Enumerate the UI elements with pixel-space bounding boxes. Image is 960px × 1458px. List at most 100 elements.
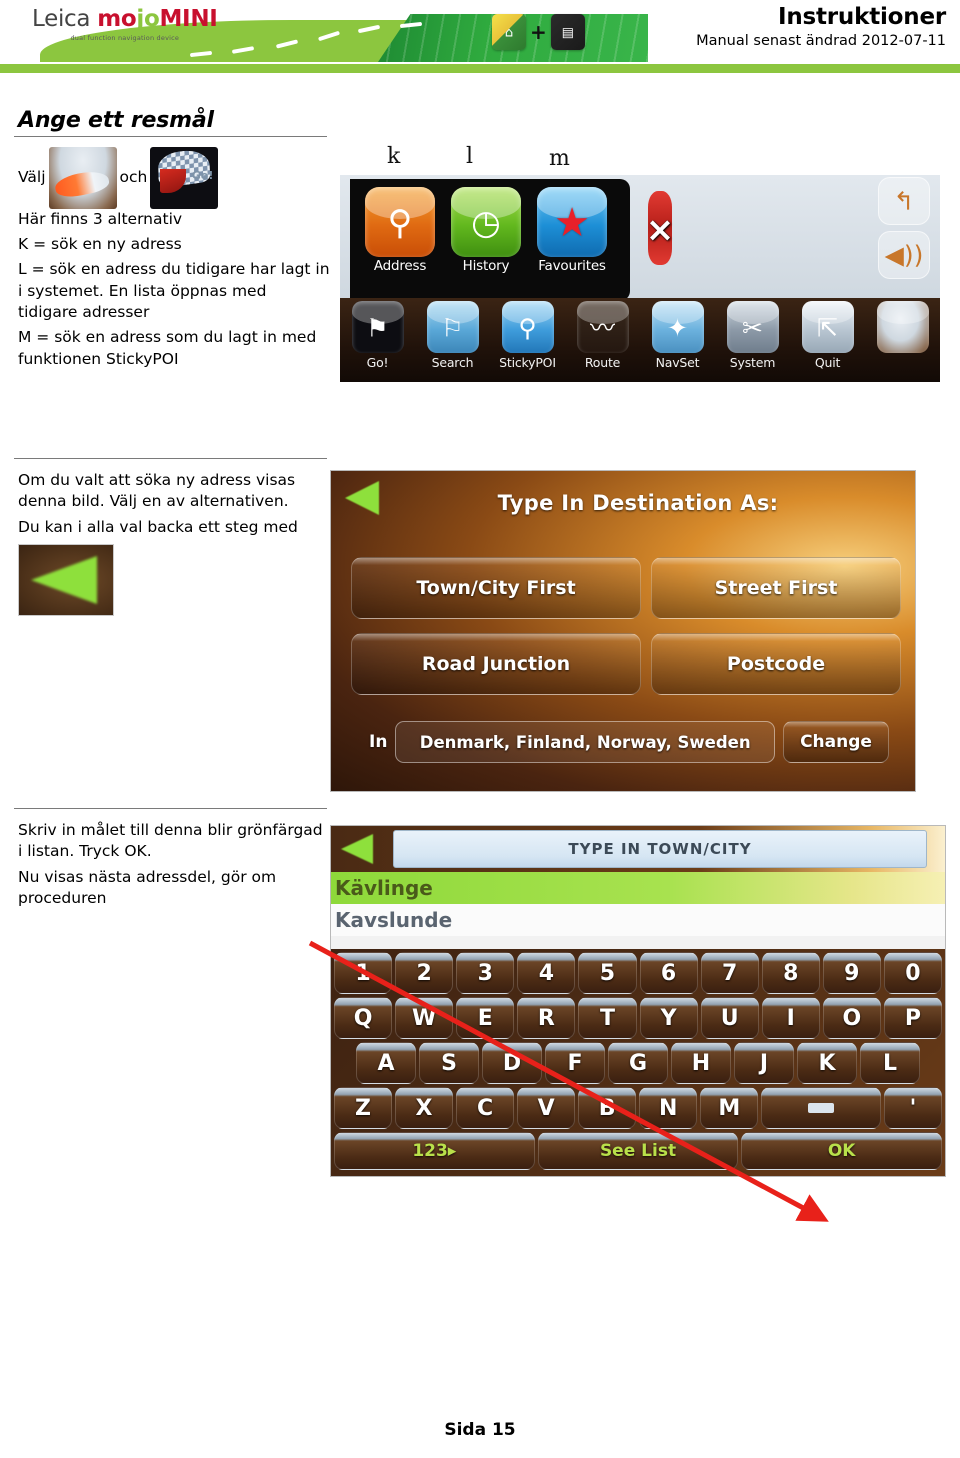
key-2[interactable]: 2 <box>395 952 454 994</box>
key-6[interactable]: 6 <box>639 952 698 994</box>
text-block-3: Skriv in målet till denna blir grönfärga… <box>18 820 330 914</box>
header-green-divider <box>0 64 960 73</box>
key-i[interactable]: I <box>761 997 820 1039</box>
key-8[interactable]: 8 <box>761 952 820 994</box>
key-u[interactable]: U <box>700 997 759 1039</box>
key-b[interactable]: B <box>578 1087 637 1129</box>
key-1[interactable]: 1 <box>334 952 393 994</box>
key-9[interactable]: 9 <box>822 952 881 994</box>
menu-tile-address[interactable]: ⚲ Address <box>364 187 436 274</box>
road-junction-button[interactable]: Road Junction <box>351 633 641 695</box>
logo-mini-text: MINI <box>159 6 218 32</box>
list-item[interactable]: Kävlinge <box>331 872 945 904</box>
key-a[interactable]: A <box>356 1042 416 1084</box>
key-0[interactable]: 0 <box>883 952 942 994</box>
key-w[interactable]: W <box>395 997 454 1039</box>
key-o[interactable]: O <box>822 997 881 1039</box>
country-selector-row: In Denmark, Finland, Norway, Sweden Chan… <box>369 721 889 763</box>
key-f[interactable]: F <box>545 1042 605 1084</box>
toolbar-button-swoosh[interactable] <box>865 298 940 355</box>
device-screenshot-destination-type: Type In Destination As: Town/City First … <box>330 470 916 792</box>
swoosh-icon <box>876 301 929 353</box>
och-label: och <box>119 168 148 186</box>
toolbar-label: Route <box>584 355 621 370</box>
option-l-text: L = sök en adress du tidigare har lagt i… <box>18 260 330 321</box>
key-v[interactable]: V <box>517 1087 576 1129</box>
list-item[interactable]: Kavslunde <box>331 904 945 936</box>
key-j[interactable]: J <box>734 1042 794 1084</box>
volume-icon[interactable]: ◀)) <box>878 231 930 279</box>
key-c[interactable]: C <box>456 1087 515 1129</box>
ok-button[interactable]: OK <box>741 1132 943 1170</box>
section-divider-3 <box>14 808 327 809</box>
header-product-badges: ⌂ + ▤ <box>492 14 585 50</box>
onscreen-keyboard: 1 2 3 4 5 6 7 8 9 0 Q W E R T Y U I O P … <box>331 949 945 1176</box>
vehicle-position-marker: × <box>640 191 680 267</box>
menu-tile-favourites[interactable]: ★ Favourites <box>536 187 608 274</box>
key-q[interactable]: Q <box>334 997 393 1039</box>
key-l[interactable]: L <box>860 1042 920 1084</box>
key-y[interactable]: Y <box>639 997 698 1039</box>
compass-glyph: ✦ <box>667 313 688 343</box>
change-country-button[interactable]: Change <box>783 721 889 763</box>
alternatives-intro: Här finns 3 alternativ <box>18 209 183 228</box>
toolbar-button-search[interactable]: ⚐ Search <box>415 298 490 370</box>
key-7[interactable]: 7 <box>700 952 759 994</box>
toolbar-label: NavSet <box>655 355 700 370</box>
postcode-button[interactable]: Postcode <box>651 633 901 695</box>
key-z[interactable]: Z <box>333 1087 393 1129</box>
see-list-button[interactable]: See List <box>537 1132 739 1170</box>
toolbar-button-go[interactable]: ⚑ Go! <box>340 298 415 370</box>
flag-base-shape <box>160 168 187 193</box>
key-5[interactable]: 5 <box>578 952 637 994</box>
key-4[interactable]: 4 <box>517 952 576 994</box>
toolbar-button-quit[interactable]: ⇱ Quit <box>790 298 865 370</box>
back-arrow-glyph: ↰ <box>893 186 915 216</box>
document-title: Instruktioner <box>777 4 946 30</box>
key-k[interactable]: K <box>797 1042 857 1084</box>
key-m[interactable]: M <box>700 1087 759 1129</box>
back-arrow-icon[interactable] <box>341 834 373 864</box>
destination-type-grid: Town/City First Street First Road Juncti… <box>351 557 901 695</box>
toolbar-button-navset[interactable]: ✦ NavSet <box>640 298 715 370</box>
toolbar-button-route[interactable]: 〰 Route <box>565 298 640 370</box>
suggestion-list: Kävlinge Kavslunde <box>331 872 945 949</box>
input-placeholder-label: TYPE IN TOWN/CITY <box>568 840 752 858</box>
toolbar-button-stickypoi[interactable]: ⚲ StickyPOI <box>490 298 565 370</box>
key-s[interactable]: S <box>419 1042 479 1084</box>
menu-tile-label: Favourites <box>538 258 606 274</box>
key-n[interactable]: N <box>639 1087 698 1129</box>
country-field[interactable]: Denmark, Finland, Norway, Sweden <box>395 721 775 763</box>
toolbar-button-system[interactable]: ✂ System <box>715 298 790 370</box>
key-p[interactable]: P <box>883 997 942 1039</box>
town-city-input[interactable]: TYPE IN TOWN/CITY <box>393 830 927 868</box>
exit-glyph: ⇱ <box>817 313 838 343</box>
header-right-text: Instruktioner Manual senast ändrad 2012-… <box>696 4 946 49</box>
street-first-button[interactable]: Street First <box>651 557 901 619</box>
pushpin-icon: ⚲ <box>501 301 554 353</box>
menu-tile-history[interactable]: ◷ History <box>450 187 522 274</box>
device-screenshot-keyboard: TYPE IN TOWN/CITY Kävlinge Kavslunde 1 2… <box>330 825 946 1177</box>
road-icon: 〰 <box>576 301 629 353</box>
key-x[interactable]: X <box>395 1087 454 1129</box>
key-e[interactable]: E <box>456 997 515 1039</box>
apostrophe-key[interactable]: ' <box>883 1087 943 1129</box>
space-key[interactable] <box>761 1087 881 1129</box>
menu-tile-label: Address <box>373 258 427 274</box>
logo-subtitle: dual function navigation device <box>70 34 180 42</box>
key-t[interactable]: T <box>578 997 637 1039</box>
numeric-mode-button[interactable]: 123▸ <box>334 1132 535 1170</box>
key-r[interactable]: R <box>517 997 576 1039</box>
toolbar-label: Quit <box>814 355 841 370</box>
key-d[interactable]: D <box>482 1042 542 1084</box>
logo-mo-text: mo <box>97 6 137 32</box>
key-3[interactable]: 3 <box>456 952 515 994</box>
map-pins-icon: ⚐ <box>426 301 479 353</box>
text-block-1: Välj och Go! Här finns 3 alternativ K = sö… <box>18 146 330 374</box>
page-footer: Sida 15 <box>444 1420 516 1440</box>
town-city-first-button[interactable]: Town/City First <box>351 557 641 619</box>
back-arrow-icon[interactable]: ↰ <box>878 177 930 225</box>
key-h[interactable]: H <box>671 1042 731 1084</box>
annotation-letter-m: m <box>549 146 570 171</box>
key-g[interactable]: G <box>608 1042 668 1084</box>
